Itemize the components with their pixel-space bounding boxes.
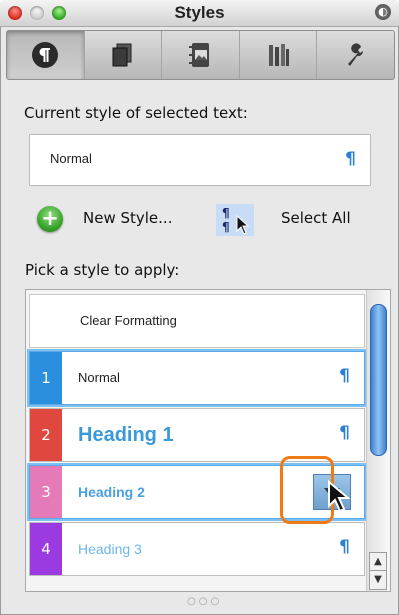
window-title: Styles bbox=[174, 3, 225, 22]
new-style-label[interactable]: New Style... bbox=[83, 209, 172, 227]
style-number: 3 bbox=[30, 466, 62, 518]
current-style-label: Current style of selected text: bbox=[24, 104, 248, 122]
paragraph-styles-icon bbox=[32, 42, 59, 68]
current-style-value: Normal bbox=[50, 151, 92, 166]
show-formatting-marks-icon[interactable]: ¶ ¶ bbox=[216, 204, 254, 236]
scrollbar[interactable]: ▲ ▼ bbox=[366, 290, 389, 591]
scrollbar-thumb[interactable] bbox=[370, 304, 387, 456]
styles-window: Styles ◐ Current style of selected text:… bbox=[0, 0, 399, 615]
current-style-field: Normal ¶ bbox=[29, 134, 371, 186]
tab-tools[interactable] bbox=[317, 31, 394, 79]
pilcrow-icon: ¶ bbox=[339, 366, 350, 386]
scroll-down-arrow-icon[interactable]: ▼ bbox=[369, 570, 387, 590]
style-name: Heading 3 bbox=[78, 541, 142, 557]
new-style-button[interactable]: + bbox=[37, 206, 63, 232]
style-number: 1 bbox=[30, 352, 62, 404]
style-item-heading-1[interactable]: 2 Heading 1 ¶ bbox=[29, 408, 365, 462]
clear-formatting-label: Clear Formatting bbox=[80, 313, 177, 328]
tab-document[interactable] bbox=[85, 31, 163, 79]
document-pages-icon bbox=[112, 43, 132, 67]
style-name: Heading 2 bbox=[78, 484, 145, 500]
scroll-up-arrow-icon[interactable]: ▲ bbox=[369, 552, 387, 572]
pilcrow-icon: ¶ bbox=[339, 423, 350, 443]
title-bar: Styles ◐ bbox=[0, 0, 399, 27]
wrench-icon bbox=[347, 43, 363, 66]
gear-icon[interactable]: ◐ bbox=[375, 4, 391, 20]
mouse-pointer-icon bbox=[328, 480, 351, 513]
pick-style-label: Pick a style to apply: bbox=[25, 261, 180, 279]
media-browser-icon bbox=[189, 43, 210, 67]
style-item-normal[interactable]: 1 Normal ¶ bbox=[29, 351, 365, 405]
resize-grip-icon[interactable]: ○○○ bbox=[187, 596, 222, 607]
style-number: 2 bbox=[30, 409, 62, 461]
tab-reference[interactable] bbox=[240, 31, 318, 79]
pilcrow-icon: ¶ bbox=[339, 537, 350, 557]
tab-media[interactable] bbox=[162, 31, 240, 79]
reference-tools-icon bbox=[269, 44, 290, 66]
style-item-heading-3[interactable]: 4 Heading 3 ¶ bbox=[29, 522, 365, 576]
style-name: Heading 1 bbox=[78, 424, 174, 446]
style-list: Clear Formatting 1 Normal ¶ 2 Heading 1 … bbox=[25, 289, 391, 592]
style-name: Normal bbox=[78, 370, 120, 385]
pilcrow-icon: ¶ bbox=[345, 149, 356, 169]
tab-styles[interactable] bbox=[7, 31, 85, 79]
svg-text:¶: ¶ bbox=[222, 206, 230, 220]
palette-toolbar bbox=[6, 30, 395, 80]
highlight-callout bbox=[280, 456, 334, 524]
style-number: 4 bbox=[30, 523, 62, 575]
select-all-button[interactable]: Select All bbox=[281, 209, 351, 227]
clear-formatting-item[interactable]: Clear Formatting bbox=[29, 294, 365, 348]
svg-text:¶: ¶ bbox=[222, 220, 230, 234]
